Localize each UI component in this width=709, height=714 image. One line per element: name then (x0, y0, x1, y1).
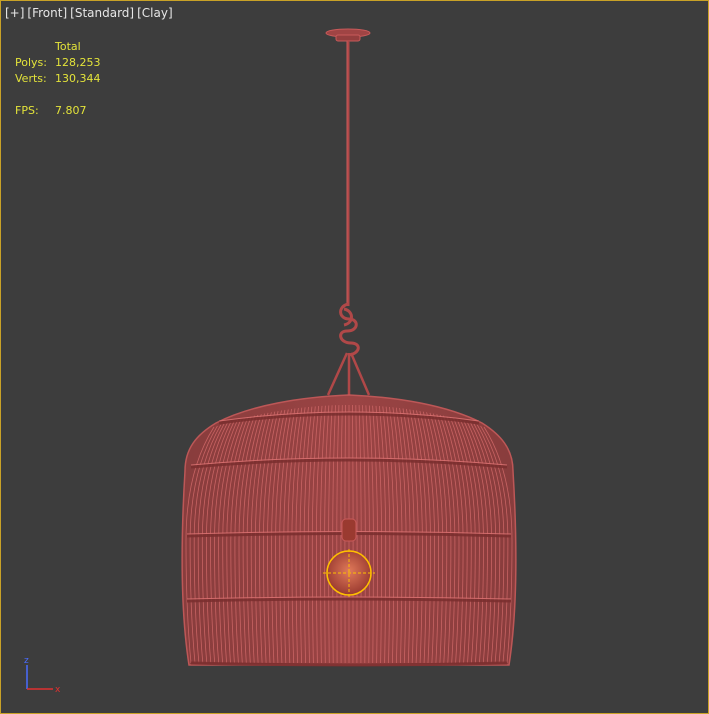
cord-knot (339, 302, 360, 357)
front-viewport[interactable]: [+] [Front] [Standard] [Clay] Total Poly… (0, 0, 709, 714)
axis-z-label: z (24, 656, 29, 666)
hanging-fork (326, 352, 371, 396)
hanging-cord (346, 41, 350, 306)
lamp-model[interactable]: z x (1, 1, 708, 713)
axis-gizmo: z x (24, 656, 61, 695)
ceiling-canopy (325, 28, 371, 42)
axis-x-label: x (55, 685, 61, 695)
